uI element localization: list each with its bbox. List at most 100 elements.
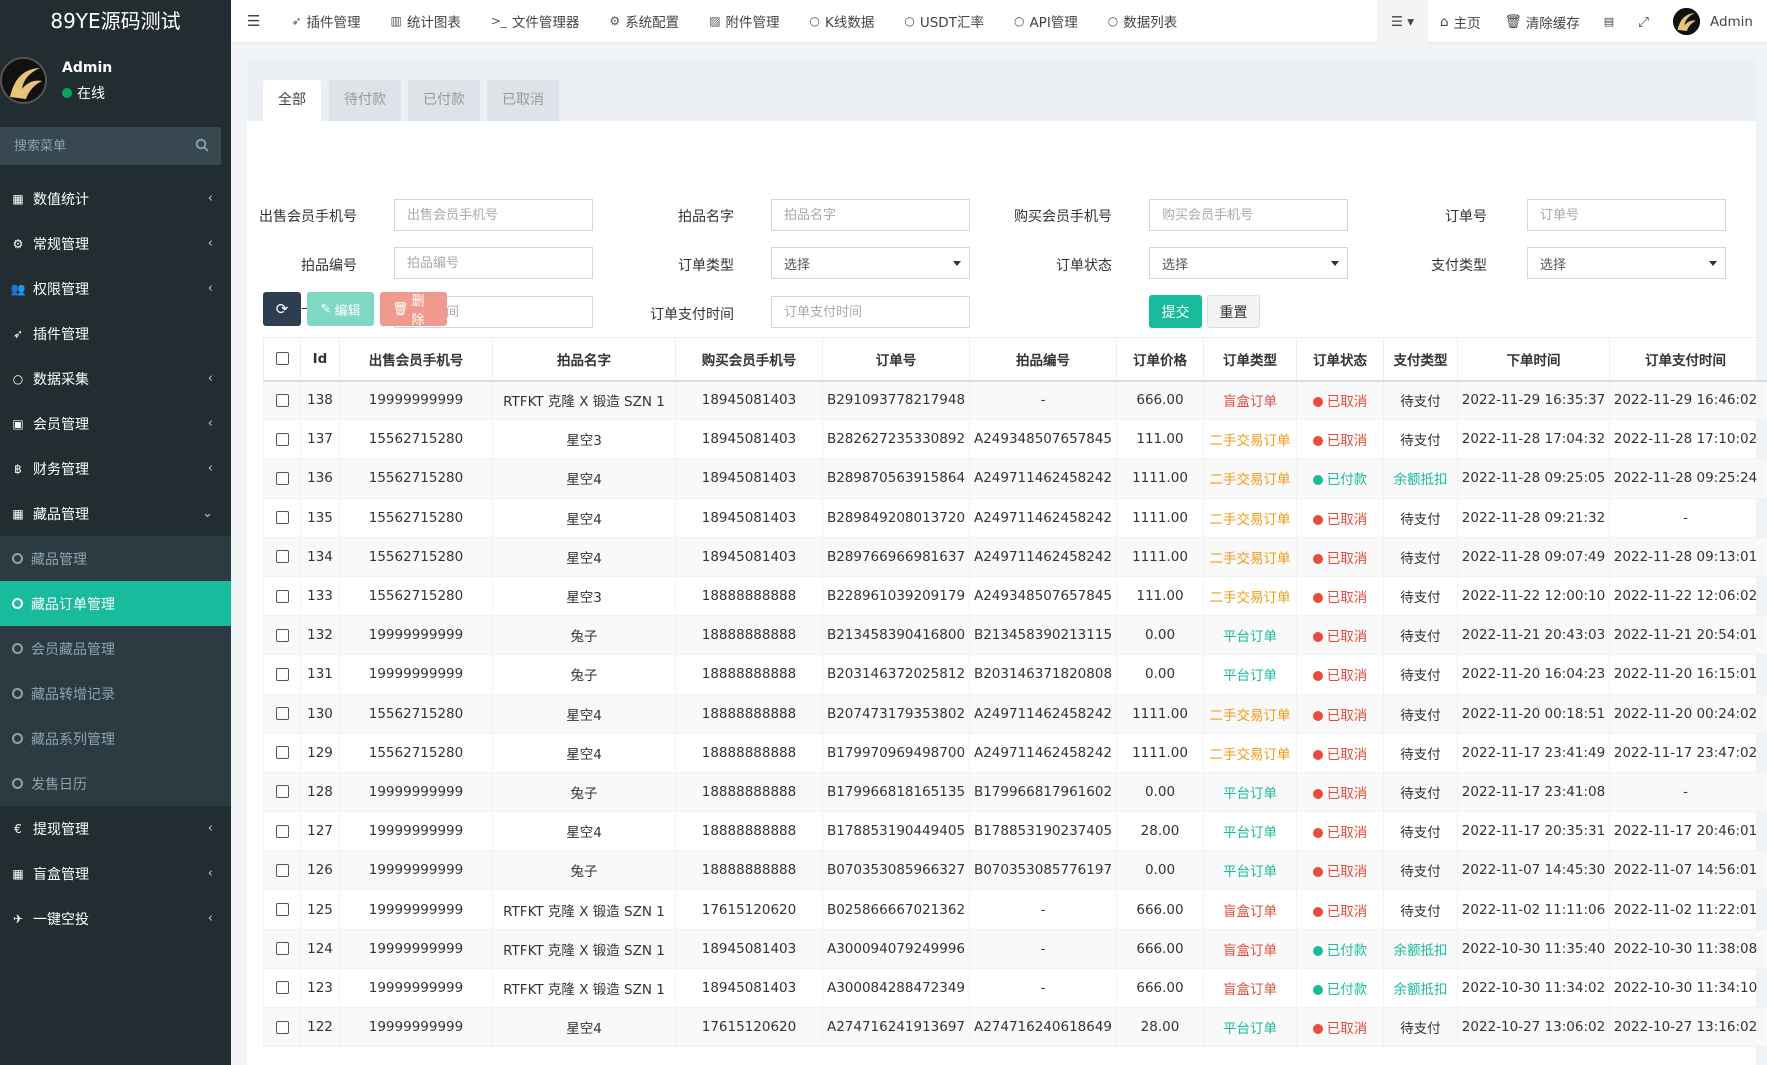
cell-order-type[interactable]: 平台订单 (1203, 615, 1297, 656)
cell-order-type[interactable]: 盲盒订单 (1203, 967, 1297, 1009)
column-header[interactable]: 拍品编号 (969, 337, 1117, 382)
top-nav-item-8[interactable]: ○ 数据列表 (1093, 0, 1192, 43)
cell-order-type[interactable]: 盲盒订单 (1203, 889, 1297, 930)
column-header[interactable]: 出售会员手机号 (339, 337, 493, 382)
clear-cache-button[interactable]: 🗑 清除缓存 (1493, 0, 1592, 43)
table-row[interactable]: 135 15562715280 星空4 18945081403 B28984920801… (263, 497, 1767, 538)
sidebar-item-6[interactable]: ฿ 财务管理 ‹ (0, 446, 231, 491)
multi-menu-button[interactable]: ☰ ▾ (1376, 0, 1429, 43)
cell-order-type[interactable]: 二手交易订单 (1203, 732, 1297, 773)
column-header[interactable]: 订单支付时间 (1609, 337, 1762, 382)
reset-button[interactable]: 重置 (1207, 295, 1260, 328)
table-row[interactable]: 138 19999999999 RTFKT 克隆 X 锻造 SZN 1 1894508… (263, 379, 1767, 421)
pay-type-select[interactable]: 选择 (1527, 247, 1726, 279)
sidebar-subitem-4[interactable]: 藏品系列管理 (0, 716, 231, 761)
row-checkbox[interactable] (275, 746, 289, 760)
language-button[interactable]: ▤ (1592, 0, 1626, 43)
table-row[interactable]: 124 19999999999 RTFKT 克隆 X 锻造 SZN 1 1894508… (263, 928, 1767, 969)
top-nav-item-0[interactable]: ➶ 插件管理 (276, 0, 375, 43)
sidebar-subitem-2[interactable]: 会员藏品管理 (0, 626, 231, 671)
row-checkbox[interactable] (275, 903, 289, 917)
table-row[interactable]: 130 15562715280 星空4 18888888888 B20747317935… (263, 693, 1767, 734)
top-nav-item-7[interactable]: ○ API管理 (999, 0, 1093, 43)
row-checkbox[interactable] (275, 707, 289, 721)
row-checkbox[interactable] (275, 393, 289, 407)
row-checkbox[interactable] (275, 981, 289, 995)
cell-order-type[interactable]: 盲盒订单 (1203, 379, 1297, 421)
order-no-input[interactable] (1527, 199, 1726, 231)
row-checkbox[interactable] (275, 589, 289, 603)
sidebar-item-after-1[interactable]: ▦ 盲盒管理 ‹ (0, 851, 231, 896)
row-checkbox[interactable] (275, 471, 289, 485)
table-row[interactable]: 132 19999999999 兔子 18888888888 B213458390416… (263, 615, 1767, 656)
sidebar-item-2[interactable]: 👥 权限管理 ‹ (0, 266, 231, 311)
sidebar-subitem-5[interactable]: 发售日历 (0, 761, 231, 806)
row-checkbox[interactable] (275, 942, 289, 956)
column-header[interactable]: 订单类型 (1203, 337, 1297, 382)
column-header[interactable]: 订单状态 (1296, 337, 1384, 382)
cell-order-type[interactable]: 二手交易订单 (1203, 419, 1297, 460)
edit-button[interactable]: ✎ 编辑 (307, 292, 374, 326)
select-all-checkbox[interactable] (275, 352, 289, 366)
table-row[interactable]: 137 15562715280 星空3 18945081403 B28262723533… (263, 419, 1767, 460)
cell-order-type[interactable]: 二手交易订单 (1203, 497, 1297, 538)
row-checkbox[interactable] (275, 432, 289, 446)
column-header[interactable]: 订单号 (822, 337, 970, 382)
cell-order-type[interactable]: 平台订单 (1203, 654, 1297, 695)
menu-search-input[interactable] (0, 127, 221, 165)
sidebar-item-1[interactable]: ⚙ 常规管理 ‹ (0, 221, 231, 266)
top-nav-item-6[interactable]: ○ USDT汇率 (889, 0, 999, 43)
order-type-select[interactable]: 选择 (771, 247, 970, 279)
pay-time-input[interactable] (771, 296, 970, 328)
cell-order-type[interactable]: 二手交易订单 (1203, 575, 1297, 617)
sidebar-subitem-1[interactable]: 藏品订单管理 (0, 581, 231, 626)
sidebar-toggle-button[interactable]: ☰ (231, 0, 276, 43)
sidebar-item-after-0[interactable]: € 提现管理 ‹ (0, 806, 231, 851)
top-nav-item-3[interactable]: ⚙ 系统配置 (594, 0, 694, 43)
buyer-phone-input[interactable] (1149, 199, 1348, 231)
home-link[interactable]: ⌂ 主页 (1428, 0, 1493, 43)
tab-paid[interactable]: 已付款 (408, 80, 480, 121)
row-checkbox[interactable] (275, 667, 289, 681)
top-nav-item-4[interactable]: ▨ 附件管理 (694, 0, 794, 43)
cell-order-type[interactable]: 盲盒订单 (1203, 928, 1297, 969)
tab-pending[interactable]: 待付款 (329, 80, 401, 121)
top-nav-item-1[interactable]: ▥ 统计图表 (376, 0, 476, 43)
sidebar-item-7[interactable]: ▦ 藏品管理 ⌄ (0, 491, 231, 536)
row-checkbox[interactable] (275, 628, 289, 642)
top-nav-item-5[interactable]: ○ K线数据 (795, 0, 890, 43)
cell-order-type[interactable]: 平台订单 (1203, 1006, 1297, 1048)
sidebar-subitem-3[interactable]: 藏品转增记录 (0, 671, 231, 716)
cell-order-type[interactable]: 二手交易订单 (1203, 458, 1297, 499)
column-header[interactable]: 操作 (1761, 337, 1767, 382)
fullscreen-button[interactable]: ⤢ (1626, 0, 1661, 43)
table-row[interactable]: 129 15562715280 星空4 18888888888 B17997096949… (263, 732, 1767, 773)
tab-all[interactable]: 全部 (263, 80, 321, 121)
column-header[interactable]: 下单时间 (1457, 337, 1610, 382)
table-row[interactable]: 134 15562715280 星空4 18945081403 B28976696698… (263, 536, 1767, 577)
cell-order-type[interactable]: 平台订单 (1203, 811, 1297, 852)
search-icon[interactable] (195, 138, 209, 152)
refresh-button[interactable]: ⟳ (263, 292, 301, 326)
top-nav-item-2[interactable]: >_ 文件管理器 (476, 0, 595, 43)
table-row[interactable]: 122 19999999999 星空4 17615120620 A27471624191… (263, 1006, 1767, 1048)
column-header[interactable]: 购买会员手机号 (675, 337, 823, 382)
cell-order-type[interactable]: 二手交易订单 (1203, 693, 1297, 734)
seller-phone-input[interactable] (394, 199, 593, 231)
lot-name-input[interactable] (771, 199, 970, 231)
cell-order-type[interactable]: 平台订单 (1203, 850, 1297, 891)
table-row[interactable]: 136 15562715280 星空4 18945081403 B28987056391… (263, 458, 1767, 499)
row-checkbox[interactable] (275, 863, 289, 877)
column-header[interactable]: 支付类型 (1383, 337, 1458, 382)
table-row[interactable]: 126 19999999999 兔子 18888888888 B070353085966… (263, 850, 1767, 891)
row-checkbox[interactable] (275, 511, 289, 525)
cell-order-type[interactable]: 平台订单 (1203, 771, 1297, 813)
order-status-select[interactable]: 选择 (1149, 247, 1348, 279)
row-checkbox[interactable] (275, 1020, 289, 1034)
table-row[interactable]: 127 19999999999 星空4 18888888888 B17885319044… (263, 811, 1767, 852)
sidebar-item-3[interactable]: ➶ 插件管理 (0, 311, 231, 356)
column-header[interactable]: 订单价格 (1116, 337, 1204, 382)
table-row[interactable]: 123 19999999999 RTFKT 克隆 X 锻造 SZN 1 1894508… (263, 967, 1767, 1009)
sidebar-item-5[interactable]: ▣ 会员管理 ‹ (0, 401, 231, 446)
cell-order-type[interactable]: 二手交易订单 (1203, 536, 1297, 577)
